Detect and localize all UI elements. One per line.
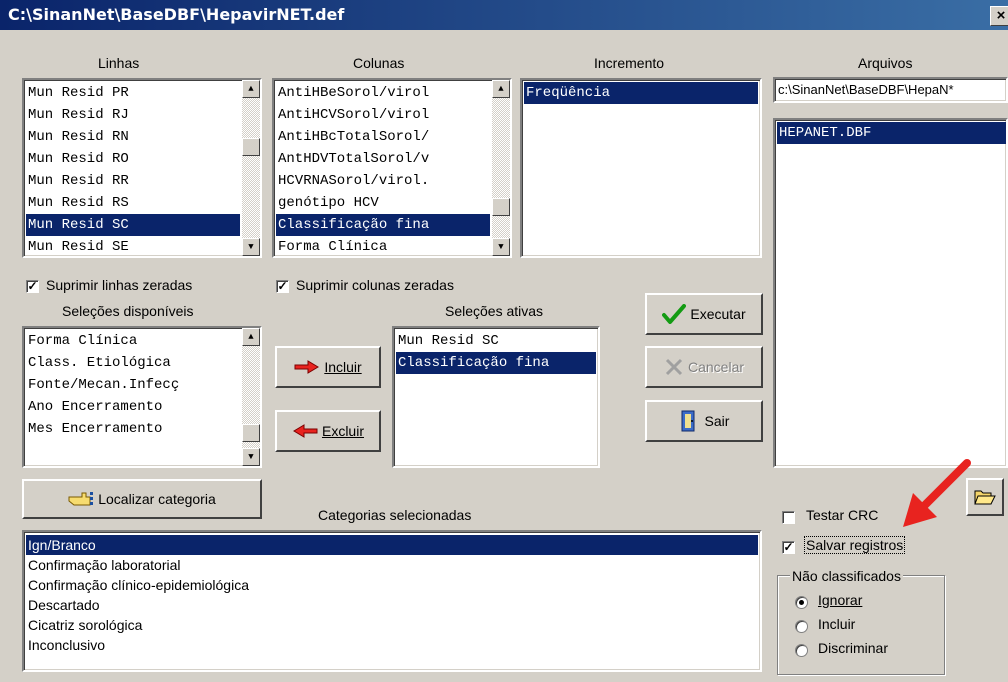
- scroll-thumb[interactable]: [492, 198, 510, 216]
- list-item[interactable]: Mun Resid RR: [26, 170, 240, 192]
- list-item[interactable]: Descartado: [26, 595, 758, 615]
- list-item[interactable]: Mes Encerramento: [26, 418, 240, 440]
- linhas-scrollbar[interactable]: ▲ ▼: [242, 80, 260, 256]
- executar-label: Executar: [690, 306, 746, 322]
- list-item[interactable]: Cicatriz sorológica: [26, 615, 758, 635]
- list-item-selected[interactable]: Freqüência: [524, 82, 758, 104]
- red-left-arrow-icon: [293, 424, 318, 438]
- selecoes-ativas-list[interactable]: Mun Resid SC Classificação fina: [392, 326, 600, 468]
- list-item-selected[interactable]: HEPANET.DBF: [777, 122, 1006, 144]
- linhas-label: Linhas: [98, 55, 140, 71]
- testar-crc-label[interactable]: Testar CRC: [806, 507, 878, 523]
- colunas-scrollbar[interactable]: ▲ ▼: [492, 80, 510, 256]
- scroll-up-icon[interactable]: ▲: [492, 80, 510, 98]
- categorias-selecionadas-label: Categorias selecionadas: [318, 507, 472, 523]
- scroll-down-icon[interactable]: ▼: [492, 238, 510, 256]
- list-item[interactable]: Class. Etiológica: [26, 352, 240, 374]
- red-right-arrow-icon: [294, 360, 320, 374]
- list-item[interactable]: AntiHBeSorol/virol: [276, 82, 490, 104]
- list-item-selected[interactable]: Classificação fina: [396, 352, 596, 374]
- scroll-up-icon[interactable]: ▲: [242, 328, 260, 346]
- discriminar-label[interactable]: Discriminar: [818, 640, 888, 656]
- scroll-thumb[interactable]: [242, 138, 260, 156]
- hand-pointer-icon: [68, 492, 94, 506]
- list-item[interactable]: HCVRNASorol/virol.: [276, 170, 490, 192]
- list-item[interactable]: Fonte/Mecan.Infecç: [26, 374, 240, 396]
- list-item[interactable]: Forma Clínica: [26, 330, 240, 352]
- suprimir-colunas-checkbox[interactable]: ✓: [276, 280, 289, 293]
- list-item[interactable]: AntiHBcTotalSorol/: [276, 126, 490, 148]
- cancelar-label: Cancelar: [687, 359, 745, 375]
- selecoes-disponiveis-list[interactable]: Forma Clínica Class. Etiológica Fonte/Me…: [22, 326, 262, 468]
- list-item-selected[interactable]: Mun Resid SC: [26, 214, 240, 236]
- sair-label: Sair: [704, 413, 730, 429]
- arquivos-label: Arquivos: [858, 55, 913, 71]
- selecoes-disponiveis-scrollbar[interactable]: ▲ ▼: [242, 328, 260, 466]
- list-item[interactable]: Mun Resid SC: [396, 330, 596, 352]
- categorias-list[interactable]: Ign/Branco Confirmação laboratorial Conf…: [22, 530, 762, 672]
- scroll-thumb[interactable]: [242, 424, 260, 442]
- incremento-list[interactable]: Freqüência: [520, 78, 762, 258]
- list-item[interactable]: Mun Resid SE: [26, 236, 240, 256]
- window-title: C:\SinanNet\BaseDBF\HepavirNET.def: [8, 5, 345, 24]
- arquivos-path-field[interactable]: c:\SinanNet\BaseDBF\HepaN*: [773, 77, 1008, 103]
- suprimir-linhas-label[interactable]: Suprimir linhas zeradas: [46, 277, 192, 293]
- localizar-categoria-button[interactable]: Localizar categoria: [22, 479, 262, 519]
- cancel-x-icon: [665, 358, 683, 376]
- executar-button[interactable]: Executar: [645, 293, 763, 335]
- salvar-registros-checkbox[interactable]: ✓: [782, 541, 795, 554]
- open-folder-icon: [974, 490, 996, 505]
- incluir-label: Incluir: [324, 359, 362, 375]
- selecoes-ativas-label: Seleções ativas: [445, 303, 544, 319]
- excluir-label: Excluir: [321, 423, 364, 439]
- ignorar-label[interactable]: Ignorar: [818, 592, 862, 608]
- scroll-down-icon[interactable]: ▼: [242, 448, 260, 466]
- sair-button[interactable]: Sair: [645, 400, 763, 442]
- list-item[interactable]: Ano Encerramento: [26, 396, 240, 418]
- incluir-radio[interactable]: [795, 620, 808, 633]
- green-check-icon: [662, 304, 687, 324]
- discriminar-radio[interactable]: [795, 644, 808, 657]
- suprimir-linhas-checkbox[interactable]: ✓: [26, 280, 39, 293]
- arquivos-path-text: c:\SinanNet\BaseDBF\HepaN*: [778, 82, 954, 97]
- list-item-selected[interactable]: Classificação fina: [276, 214, 490, 236]
- incluir-radio-label[interactable]: Incluir: [818, 616, 855, 632]
- list-item[interactable]: genótipo HCV: [276, 192, 490, 214]
- salvar-registros-label[interactable]: Salvar registros: [804, 536, 906, 554]
- list-item[interactable]: Confirmação laboratorial: [26, 555, 758, 575]
- colunas-label: Colunas: [353, 55, 405, 71]
- scroll-up-icon[interactable]: ▲: [242, 80, 260, 98]
- suprimir-colunas-label[interactable]: Suprimir colunas zeradas: [296, 277, 454, 293]
- colunas-list[interactable]: AntiHBeSorol/virol AntiHCVSorol/virol An…: [272, 78, 512, 258]
- excluir-button[interactable]: Excluir: [275, 410, 381, 452]
- scroll-down-icon[interactable]: ▼: [242, 238, 260, 256]
- door-exit-icon: [681, 410, 695, 432]
- list-item-selected[interactable]: Ign/Branco: [26, 535, 758, 555]
- close-button[interactable]: ×: [990, 6, 1008, 26]
- selecoes-disponiveis-label: Seleções disponíveis: [62, 303, 194, 319]
- list-item[interactable]: Inconclusivo: [26, 635, 758, 655]
- list-item[interactable]: AntiHCVSorol/virol: [276, 104, 490, 126]
- list-item[interactable]: Mun Resid RN: [26, 126, 240, 148]
- nao-classificados-title: Não classificados: [790, 568, 903, 584]
- list-item[interactable]: Forma Clínica: [276, 236, 490, 256]
- list-item[interactable]: Mun Resid RS: [26, 192, 240, 214]
- localizar-categoria-label: Localizar categoria: [98, 491, 216, 507]
- title-bar: C:\SinanNet\BaseDBF\HepavirNET.def ×: [0, 0, 1008, 30]
- incluir-button[interactable]: Incluir: [275, 346, 381, 388]
- incremento-label: Incremento: [594, 55, 665, 71]
- list-item[interactable]: Mun Resid RO: [26, 148, 240, 170]
- arquivos-list[interactable]: HEPANET.DBF: [773, 118, 1008, 468]
- list-item[interactable]: AntHDVTotalSorol/v: [276, 148, 490, 170]
- testar-crc-checkbox[interactable]: [782, 511, 795, 524]
- list-item[interactable]: Confirmação clínico-epidemiológica: [26, 575, 758, 595]
- linhas-list[interactable]: Mun Resid PR Mun Resid RJ Mun Resid RN M…: [22, 78, 262, 258]
- list-item[interactable]: Mun Resid RJ: [26, 104, 240, 126]
- cancelar-button[interactable]: Cancelar: [645, 346, 763, 388]
- list-item[interactable]: Mun Resid PR: [26, 82, 240, 104]
- ignorar-radio[interactable]: [795, 596, 808, 609]
- red-annotation-arrow-icon: [903, 459, 971, 527]
